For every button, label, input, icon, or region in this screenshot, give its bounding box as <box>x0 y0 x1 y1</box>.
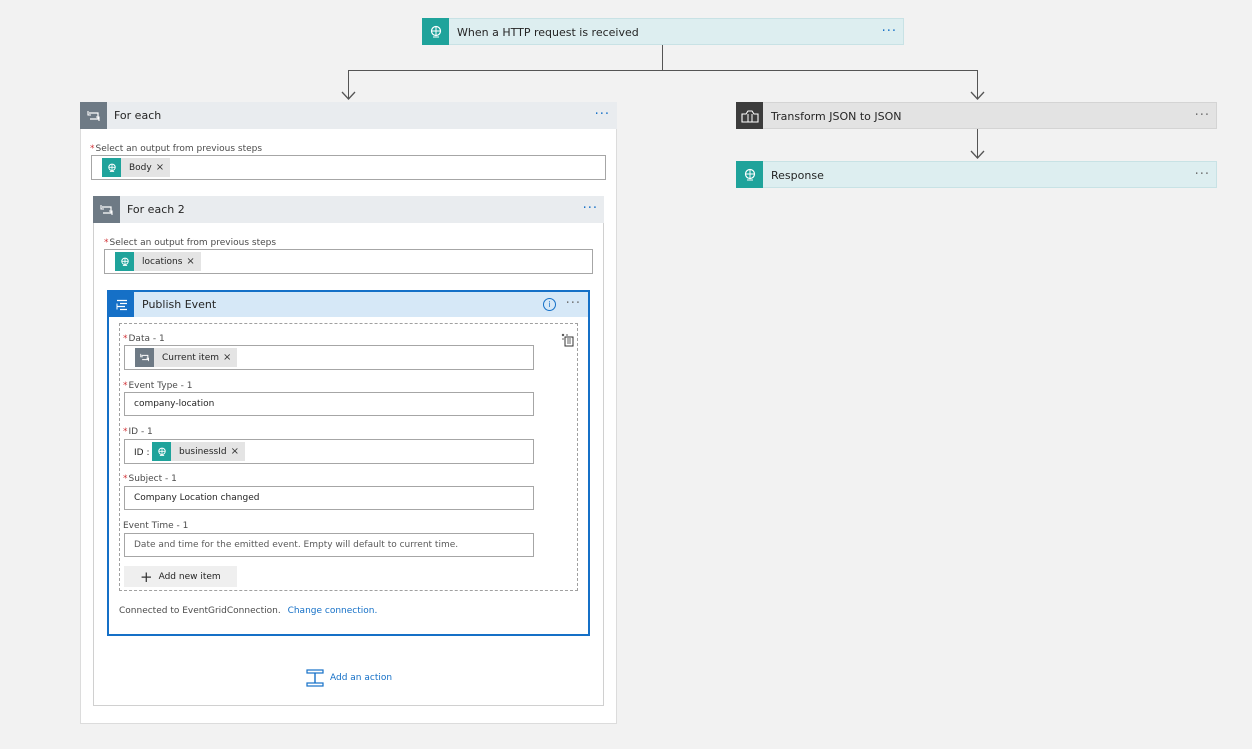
transform-icon <box>736 102 763 129</box>
arrow-down-icon <box>970 91 985 100</box>
http-globe-icon <box>736 161 763 188</box>
add-action-label: Add an action <box>330 673 393 683</box>
trigger-card[interactable]: When a HTTP request is received ··· <box>422 18 904 45</box>
add-new-item-button[interactable]: + Add new item <box>124 566 237 587</box>
required-marker: * <box>90 144 95 154</box>
connector-line <box>348 70 978 71</box>
transform-card[interactable]: Transform JSON to JSON ··· <box>736 102 1217 129</box>
transform-menu-button[interactable]: ··· <box>1195 103 1210 128</box>
http-globe-icon <box>152 442 171 461</box>
field-label: Select an output from previous steps <box>109 238 277 248</box>
token-remove-button[interactable]: × <box>186 256 200 267</box>
foreach-title: For each <box>114 109 162 122</box>
token-label: Body <box>129 162 152 173</box>
foreach2-menu-button[interactable]: ··· <box>583 196 598 221</box>
required-marker: * <box>123 334 128 344</box>
add-action-button[interactable]: Add an action <box>306 669 392 687</box>
connector-line <box>662 45 663 71</box>
add-new-item-label: Add new item <box>158 571 221 582</box>
event-type-label: *Event Type - 1 <box>123 381 193 391</box>
data-field[interactable]: Current item × <box>124 345 534 370</box>
token-locations[interactable]: locations × <box>115 252 201 271</box>
token-current-item[interactable]: Current item × <box>135 348 238 367</box>
event-type-value: company-location <box>134 399 215 409</box>
response-title: Response <box>771 169 824 182</box>
event-time-field[interactable]: Date and time for the emitted event. Emp… <box>124 533 534 557</box>
required-marker: * <box>123 427 128 437</box>
token-businessid[interactable]: businessId × <box>152 442 245 461</box>
field-label: Data - 1 <box>128 334 165 344</box>
arrow-down-icon <box>341 91 356 100</box>
publish-event-menu-button[interactable]: ··· <box>566 292 581 316</box>
id-prefix-text: ID : <box>134 448 150 458</box>
event-grid-icon <box>109 292 134 317</box>
clear-parameters-icon[interactable] <box>561 333 575 350</box>
foreach-menu-button[interactable]: ··· <box>595 102 610 127</box>
add-action-icon <box>306 669 324 687</box>
field-label: Subject - 1 <box>128 474 177 484</box>
http-globe-icon <box>422 18 449 45</box>
response-menu-button[interactable]: ··· <box>1195 162 1210 187</box>
loop-icon <box>135 348 154 367</box>
token-label: locations <box>142 256 183 267</box>
event-time-placeholder: Date and time for the emitted event. Emp… <box>134 540 459 550</box>
token-remove-button[interactable]: × <box>156 162 170 173</box>
publish-event-title: Publish Event <box>142 298 217 311</box>
data-label: *Data - 1 <box>123 334 165 344</box>
field-label: Select an output from previous steps <box>95 144 263 154</box>
token-body[interactable]: Body × <box>102 158 171 177</box>
field-label: Event Time - 1 <box>123 521 189 531</box>
transform-title: Transform JSON to JSON <box>771 110 902 123</box>
info-icon[interactable]: i <box>543 298 556 311</box>
foreach2-select-field[interactable]: locations × <box>104 249 593 274</box>
subject-label: *Subject - 1 <box>123 474 177 484</box>
publish-event-header[interactable]: Publish Event i ··· <box>109 292 588 317</box>
required-marker: * <box>123 474 128 484</box>
subject-field[interactable]: Company Location changed <box>124 486 534 510</box>
arrow-down-icon <box>970 150 985 159</box>
token-remove-button[interactable]: × <box>231 446 245 457</box>
id-field[interactable]: ID : businessId × <box>124 439 534 464</box>
response-card[interactable]: Response ··· <box>736 161 1217 188</box>
required-marker: * <box>123 381 128 391</box>
event-type-field[interactable]: company-location <box>124 392 534 416</box>
http-globe-icon <box>115 252 134 271</box>
foreach2-title: For each 2 <box>127 203 185 216</box>
subject-value: Company Location changed <box>134 493 260 503</box>
token-label: Current item <box>162 352 219 363</box>
foreach2-header[interactable]: For each 2 ··· <box>93 196 604 223</box>
plus-icon: + <box>140 567 153 586</box>
http-globe-icon <box>102 158 121 177</box>
event-time-label: Event Time - 1 <box>123 521 188 531</box>
trigger-menu-button[interactable]: ··· <box>882 19 897 44</box>
change-connection-link[interactable]: Change connection. <box>288 606 378 616</box>
required-marker: * <box>104 238 109 248</box>
trigger-title: When a HTTP request is received <box>457 26 639 39</box>
connected-text: Connected to EventGridConnection. <box>119 606 281 616</box>
loop-icon <box>80 102 107 129</box>
foreach-header[interactable]: For each ··· <box>80 102 617 129</box>
field-label: Event Type - 1 <box>128 381 193 391</box>
token-label: businessId <box>179 446 227 457</box>
loop-icon <box>93 196 120 223</box>
connection-info: Connected to EventGridConnection. Change… <box>119 606 377 616</box>
foreach-select-label: *Select an output from previous steps <box>90 144 262 154</box>
id-label: *ID - 1 <box>123 427 153 437</box>
token-remove-button[interactable]: × <box>223 352 237 363</box>
foreach2-select-label: *Select an output from previous steps <box>104 238 276 248</box>
field-label: ID - 1 <box>128 427 153 437</box>
foreach-select-field[interactable]: Body × <box>91 155 606 180</box>
